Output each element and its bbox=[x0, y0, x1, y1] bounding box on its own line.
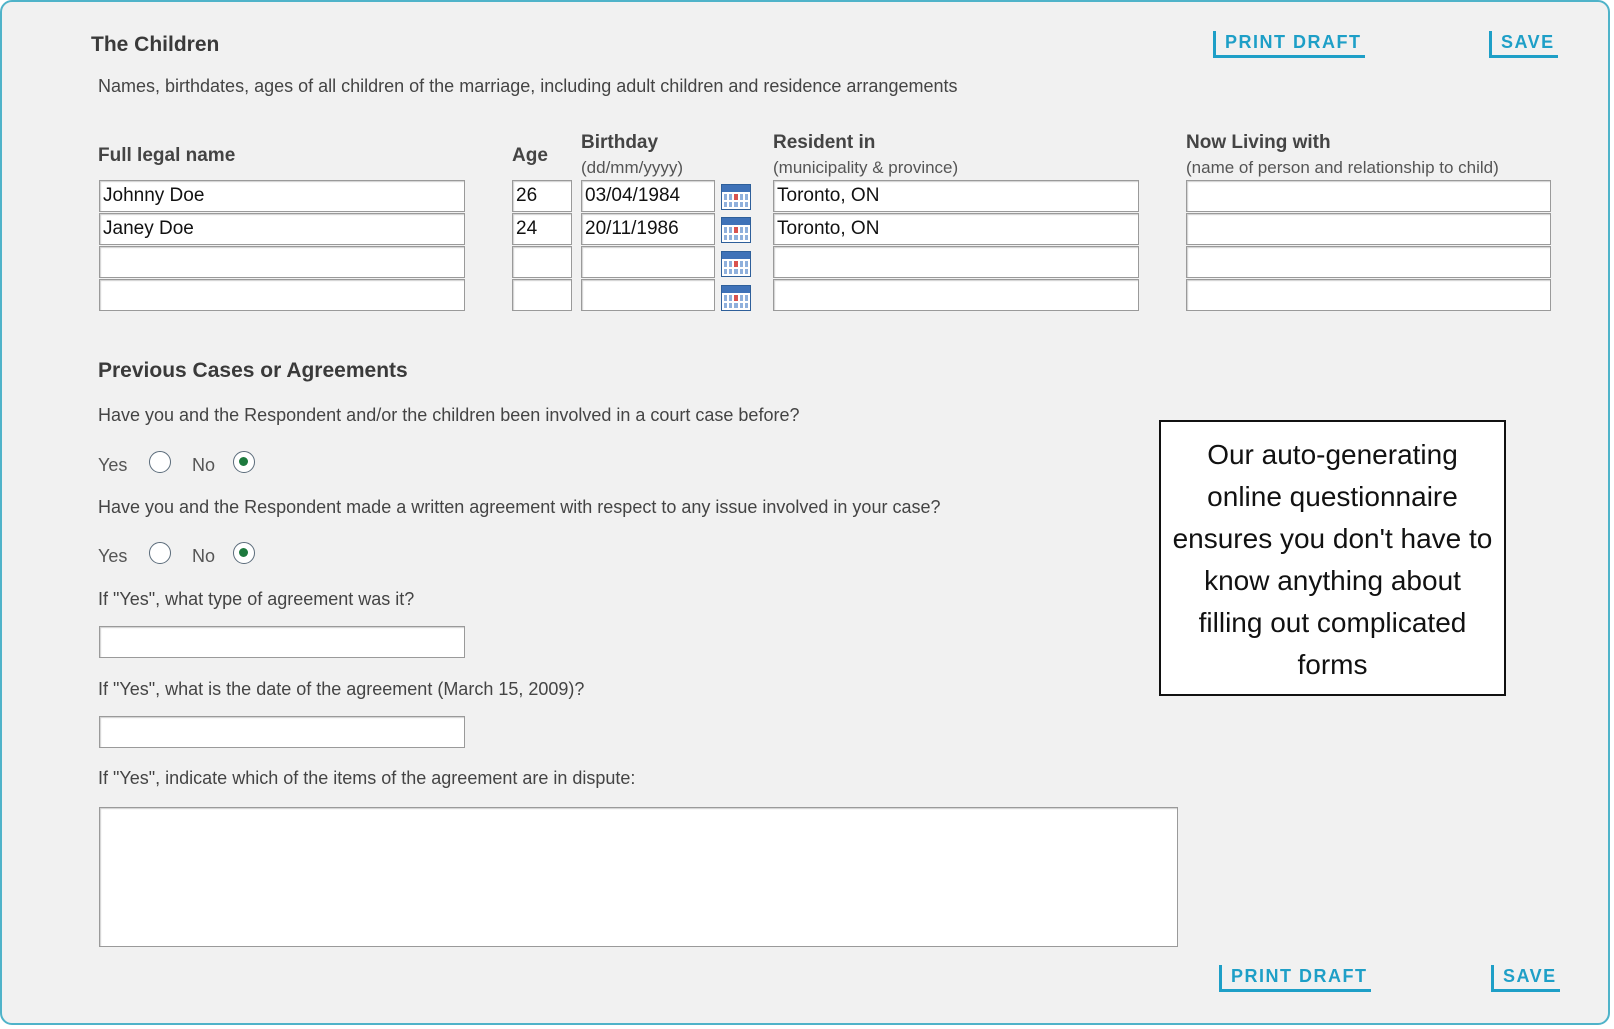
calendar-icon[interactable] bbox=[721, 285, 751, 311]
radio-label-yes: Yes bbox=[98, 546, 128, 566]
child-age-input[interactable] bbox=[512, 246, 572, 278]
question-agreement-date: If "Yes", what is the date of the agreem… bbox=[98, 679, 585, 699]
calendar-icon[interactable] bbox=[721, 251, 751, 277]
section-title-previous: Previous Cases or Agreements bbox=[98, 359, 408, 382]
callout-box: Our auto-generating online questionnaire… bbox=[1159, 420, 1506, 696]
radio-label-yes: Yes bbox=[98, 455, 128, 475]
column-hint-living: (name of person and relationship to chil… bbox=[1186, 158, 1499, 177]
child-resident-input[interactable] bbox=[773, 246, 1139, 278]
agreement-no-radio[interactable] bbox=[233, 542, 255, 564]
question-written-agreement: Have you and the Respondent made a writt… bbox=[98, 497, 941, 517]
items-in-dispute-textarea[interactable] bbox=[99, 807, 1178, 947]
column-header-resident: Resident in bbox=[773, 132, 876, 153]
section-title-children: The Children bbox=[91, 33, 220, 56]
child-age-input[interactable] bbox=[512, 180, 572, 212]
column-hint-resident: (municipality & province) bbox=[773, 158, 959, 177]
child-resident-input[interactable] bbox=[773, 279, 1139, 311]
child-age-input[interactable] bbox=[512, 279, 572, 311]
save-button-top[interactable]: SAVE bbox=[1489, 31, 1558, 58]
column-header-living: Now Living with bbox=[1186, 132, 1331, 153]
child-living-with-input[interactable] bbox=[1186, 246, 1551, 278]
calendar-icon[interactable] bbox=[721, 217, 751, 243]
question-items-in-dispute: If "Yes", indicate which of the items of… bbox=[98, 768, 636, 788]
court-case-no-radio[interactable] bbox=[233, 451, 255, 473]
children-description: Names, birthdates, ages of all children … bbox=[98, 76, 958, 96]
agreement-date-input[interactable] bbox=[99, 716, 465, 748]
radio-label-no: No bbox=[192, 546, 216, 566]
form-panel: The Children PRINT DRAFT SAVE Names, bir… bbox=[0, 0, 1610, 1025]
child-name-input[interactable] bbox=[99, 180, 465, 212]
child-living-with-input[interactable] bbox=[1186, 279, 1551, 311]
child-birthday-input[interactable] bbox=[581, 180, 715, 212]
print-draft-button-bottom[interactable]: PRINT DRAFT bbox=[1219, 965, 1371, 992]
calendar-icon[interactable] bbox=[721, 184, 751, 210]
child-birthday-input[interactable] bbox=[581, 279, 715, 311]
save-button-bottom[interactable]: SAVE bbox=[1491, 965, 1560, 992]
child-resident-input[interactable] bbox=[773, 213, 1139, 245]
court-case-yes-radio[interactable] bbox=[149, 451, 171, 473]
question-court-case: Have you and the Respondent and/or the c… bbox=[98, 405, 800, 425]
child-resident-input[interactable] bbox=[773, 180, 1139, 212]
column-header-age: Age bbox=[512, 145, 548, 166]
column-header-name: Full legal name bbox=[98, 145, 236, 166]
agreement-type-input[interactable] bbox=[99, 626, 465, 658]
child-birthday-input[interactable] bbox=[581, 246, 715, 278]
child-living-with-input[interactable] bbox=[1186, 213, 1551, 245]
child-living-with-input[interactable] bbox=[1186, 180, 1551, 212]
child-name-input[interactable] bbox=[99, 246, 465, 278]
child-birthday-input[interactable] bbox=[581, 213, 715, 245]
agreement-yes-radio[interactable] bbox=[149, 542, 171, 564]
column-hint-birthday: (dd/mm/yyyy) bbox=[581, 158, 683, 177]
child-age-input[interactable] bbox=[512, 213, 572, 245]
radio-label-no: No bbox=[192, 455, 216, 475]
child-name-input[interactable] bbox=[99, 279, 465, 311]
column-header-birthday: Birthday bbox=[581, 132, 659, 153]
print-draft-button-top[interactable]: PRINT DRAFT bbox=[1213, 31, 1365, 58]
question-agreement-type: If "Yes", what type of agreement was it? bbox=[98, 589, 415, 609]
child-name-input[interactable] bbox=[99, 213, 465, 245]
